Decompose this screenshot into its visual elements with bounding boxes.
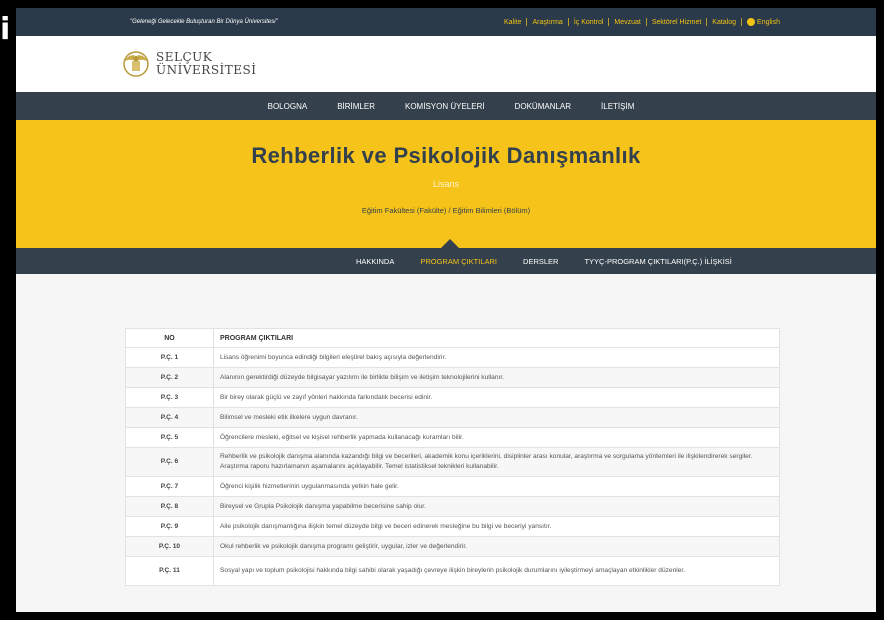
table-header-row: NO PROGRAM ÇIKTILARI [125,328,780,348]
program-header: Rehberlik ve Psikolojik Danışmanlık Lisa… [16,120,876,248]
university-emblem-icon[interactable] [122,49,150,79]
table-row: P.Ç. 7 Öğrenci kişilik hizmetlerinin uygu… [125,476,780,497]
table-row: P.Ç. 8 Bireysel ve Grupla Psikolojik danı… [125,496,780,517]
tab-hakkinda[interactable]: HAKKINDA [356,257,394,266]
outcome-text: Bilimsel ve mesleki etik ilkelere uygun … [213,407,780,428]
tab-tyyc-iliskisi[interactable]: TYYÇ-PROGRAM ÇIKTILARI(P.Ç.) İLİŞKİSİ [584,257,731,266]
outcome-text: Sosyal yapı ve toplum psikolojisi hakkın… [213,556,780,586]
outcome-text: Bireysel ve Grupla Psikolojik danışma ya… [213,496,780,517]
divider [608,18,610,26]
outcome-number: P.Ç. 9 [125,516,214,537]
table-row: P.Ç. 9 Aile psikolojik danışmanlığına ili… [125,516,780,537]
nav-komisyon-uyeleri[interactable]: KOMİSYON ÜYELERİ [405,102,485,111]
corner-mark: i [0,12,11,47]
outcome-text: Aile psikolojik danışmanlığına ilişkin t… [213,516,780,537]
page-title: Rehberlik ve Psikolojik Danışmanlık [251,143,641,168]
outcome-text: Öğrenci kişilik hizmetlerinin uygulanmas… [213,476,780,497]
program-outcomes-table: NO PROGRAM ÇIKTILARI P.Ç. 1 Lisans öğreni… [125,328,780,586]
outcome-number: P.Ç. 5 [125,427,214,448]
tab-program-ciktilari[interactable]: PROGRAM ÇIKTILARI [420,257,497,266]
outcome-text: Okul rehberlik ve psikolojik danışma pro… [213,536,780,557]
nav-birimler[interactable]: BİRİMLER [337,102,375,111]
tab-dersler[interactable]: DERSLER [523,257,558,266]
nav-iletisim[interactable]: İLETİŞİM [601,102,634,111]
table-row: P.Ç. 6 Rehberlik ve psikolojik danışma al… [125,447,780,477]
table-row: P.Ç. 3 Bir birey olarak güçlü ve zayıf yö… [125,387,780,408]
outcome-number: P.Ç. 10 [125,536,214,557]
outcome-text: Lisans öğrenimi boyunca edindiği bilgile… [213,347,780,368]
table-row: P.Ç. 5 Öğrencilere mesleki, eğitsel ve ki… [125,427,780,448]
nav-dokumanlar[interactable]: DOKÜMANLAR [515,102,571,111]
outcome-number: P.Ç. 7 [125,476,214,497]
language-switch[interactable]: English [747,18,780,26]
table-row: P.Ç. 1 Lisans öğrenimi boyunca edindiği b… [125,347,780,368]
outcome-text: Bir birey olarak güçlü ve zayıf yönleri … [213,387,780,408]
table-row: P.Ç. 10 Okul rehberlik ve psikolojik danı… [125,536,780,557]
top-links: Kalite Araştırma İç Kontrol Mevzuat Sekt… [504,18,780,26]
outcome-number: P.Ç. 11 [125,556,214,586]
degree-level: Lisans [432,179,459,189]
outcome-number: P.Ç. 4 [125,407,214,428]
main-nav: BOLOGNA BİRİMLER KOMİSYON ÜYELERİ DOKÜMA… [16,92,876,120]
university-motto: "Geleneği Gelecekle Buluşturan Bir Dünya… [130,19,278,25]
divider [741,18,743,26]
top-link-mevzuat[interactable]: Mevzuat [614,19,640,26]
outcome-text: Öğrencilere mesleki, eğitsel ve kişisel … [213,427,780,448]
top-bar: "Geleneği Gelecekle Buluşturan Bir Dünya… [16,8,876,36]
divider [567,18,569,26]
outcome-number: P.Ç. 1 [125,347,214,368]
program-tabs: HAKKINDA PROGRAM ÇIKTILARI DERSLER TYYÇ-… [16,248,876,274]
logo-line2: ÜNİVERSİTESİ [156,63,257,77]
active-tab-caret [441,239,459,248]
nav-bologna[interactable]: BOLOGNA [268,102,308,111]
outcome-text: Rehberlik ve psikolojik danışma alanında… [213,447,780,477]
top-link-ic-kontrol[interactable]: İç Kontrol [574,19,604,26]
divider [645,18,647,26]
column-header-no: NO [125,328,214,348]
divider [526,18,528,26]
browser-page: "Geleneği Gelecekle Buluşturan Bir Dünya… [16,8,876,612]
logo-bar: SELÇUK ÜNİVERSİTESİ [16,36,876,92]
outcome-number: P.Ç. 6 [125,447,214,477]
table-row: P.Ç. 11 Sosyal yapı ve toplum psikolojisi… [125,556,780,586]
language-label: English [757,18,780,26]
university-name[interactable]: SELÇUK ÜNİVERSİTESİ [156,51,257,77]
column-header-outcomes: PROGRAM ÇIKTILARI [213,328,780,348]
top-link-katalog[interactable]: Katalog [712,19,736,26]
outcome-number: P.Ç. 3 [125,387,214,408]
table-row: P.Ç. 4 Bilimsel ve mesleki etik ilkelere … [125,407,780,428]
outcome-number: P.Ç. 8 [125,496,214,517]
top-link-sektorel-hizmet[interactable]: Sektörel Hizmet [652,19,701,26]
main-content: NO PROGRAM ÇIKTILARI P.Ç. 1 Lisans öğreni… [16,274,876,612]
top-link-arastirma[interactable]: Araştırma [532,19,562,26]
divider [706,18,708,26]
outcome-number: P.Ç. 2 [125,367,214,388]
breadcrumb[interactable]: Eğitim Fakültesi (Fakülte) / Eğitim Bili… [16,206,876,215]
top-link-kalite[interactable]: Kalite [504,19,522,26]
table-row: P.Ç. 2 Alanının gerektirdiği düzeyde bilg… [125,367,780,388]
globe-icon [747,18,756,26]
outcome-text: Alanının gerektirdiği düzeyde bilgisayar… [213,367,780,388]
